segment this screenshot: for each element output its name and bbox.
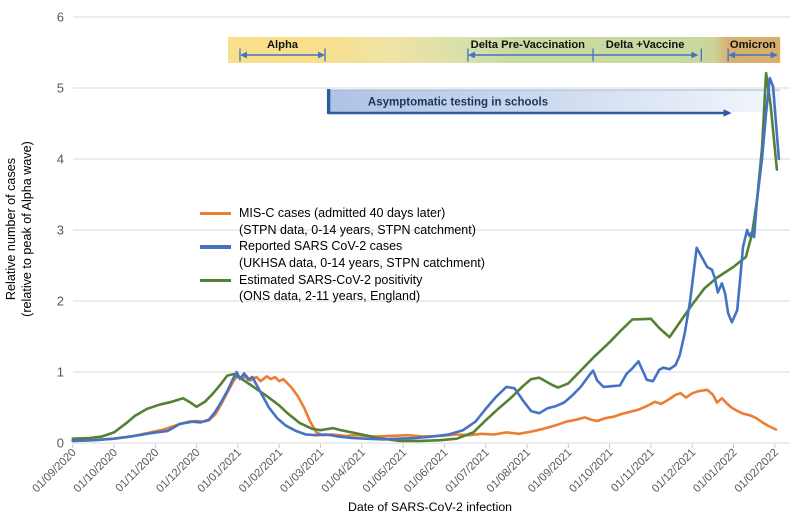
y-tick-label: 4 — [57, 152, 64, 167]
legend-text: Estimated SARS-CoV-2 positivity(ONS data… — [239, 272, 422, 305]
legend-item-positivity: Estimated SARS-CoV-2 positivity(ONS data… — [200, 272, 485, 305]
y-tick-label: 3 — [57, 223, 64, 238]
x-tick-label: 01/10/2020 — [72, 447, 120, 495]
y-tick-label: 1 — [57, 365, 64, 380]
x-tick-label: 01/02/2022 — [732, 447, 780, 495]
legend: MIS-C cases (admitted 40 days later)(STP… — [200, 205, 485, 305]
legend-series-name: MIS-C cases (admitted 40 days later) — [239, 205, 476, 222]
schools-testing-bar: Asymptomatic testing in schools — [327, 89, 780, 117]
legend-text: Reported SARS CoV-2 cases(UKHSA data, 0-… — [239, 238, 485, 271]
y-tick-label: 6 — [57, 10, 64, 25]
x-axis-title: Date of SARS-CoV-2 infection — [280, 500, 580, 514]
legend-item-reported-cases: Reported SARS CoV-2 cases(UKHSA data, 0-… — [200, 238, 485, 271]
legend-series-subtitle: (ONS data, 2-11 years, England) — [239, 288, 422, 305]
legend-item-misc: MIS-C cases (admitted 40 days later)(STP… — [200, 205, 485, 238]
y-axis-title: Relative number of cases (relative to pe… — [3, 59, 39, 399]
chart-canvas: Alpha Delta Pre-Vaccination Delta +Vaccine… — [0, 0, 800, 524]
y-axis-title-line2: (relative to peak of Alpha wave) — [19, 59, 35, 399]
y-tick-label: 2 — [57, 294, 64, 309]
legend-series-subtitle: (UKHSA data, 0-14 years, STPN catchment) — [239, 255, 485, 272]
series-line-misc — [73, 376, 776, 441]
legend-series-subtitle: (STPN data, 0-14 years, STPN catchment) — [239, 222, 476, 239]
schools-bar-label: Asymptomatic testing in schools — [368, 97, 548, 109]
legend-text: MIS-C cases (admitted 40 days later)(STP… — [239, 205, 476, 238]
variant-label: Alpha — [267, 39, 299, 51]
legend-swatch — [200, 279, 231, 282]
legend-swatch — [200, 212, 231, 215]
y-tick-label: 0 — [57, 436, 64, 451]
y-tick-label: 5 — [57, 81, 64, 96]
legend-swatch — [200, 245, 231, 248]
variant-label: Delta +Vaccine — [606, 39, 685, 51]
variant-label: Delta Pre-Vaccination — [471, 39, 586, 51]
legend-series-name: Estimated SARS-CoV-2 positivity — [239, 272, 422, 289]
y-axis-title-line1: Relative number of cases — [3, 59, 19, 399]
variant-period-band: Alpha Delta Pre-Vaccination Delta +Vaccine… — [228, 37, 780, 63]
legend-series-name: Reported SARS CoV-2 cases — [239, 238, 485, 255]
variant-label: Omicron — [730, 39, 776, 51]
schools-bar-left-border — [327, 89, 330, 114]
x-tick-label: 01/10/2021 — [567, 447, 615, 495]
